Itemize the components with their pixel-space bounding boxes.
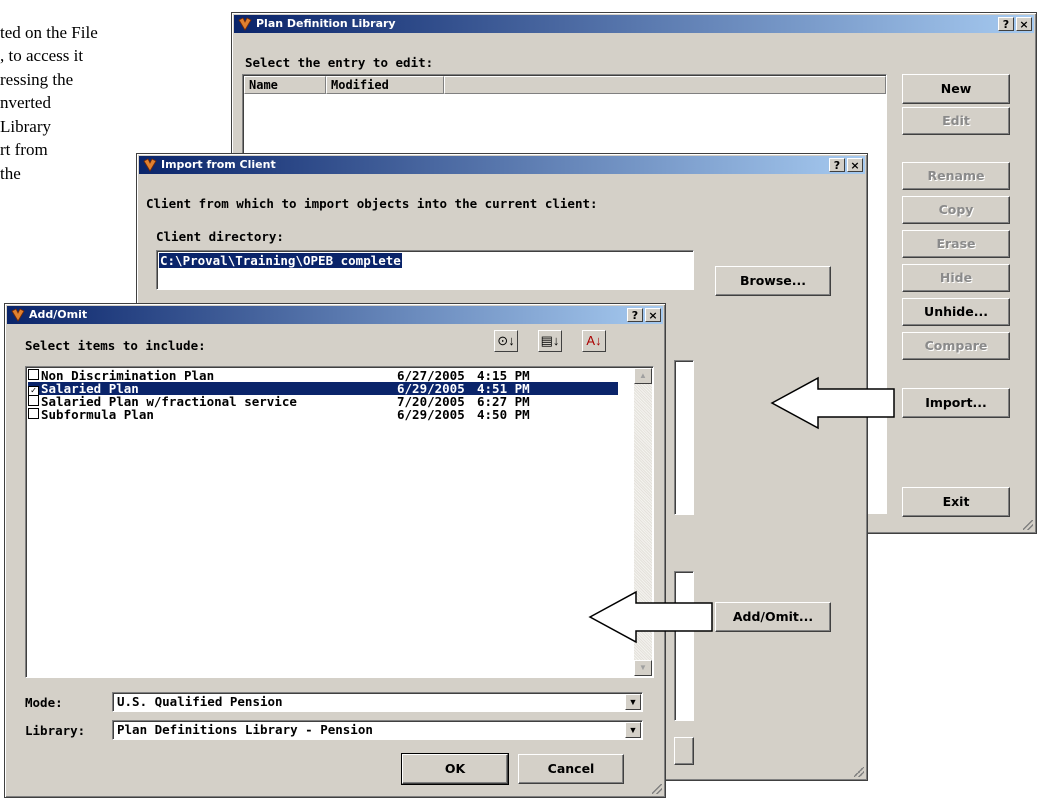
plan-def-select-label: Select the entry to edit: xyxy=(245,55,434,70)
browse-button[interactable]: Browse... xyxy=(715,266,831,296)
help-button[interactable]: ? xyxy=(829,158,845,172)
client-directory-value: C:\Proval\Training\OPEB complete xyxy=(159,253,402,268)
bg-line: ted on the File xyxy=(0,23,98,42)
cancel-button-label: Cancel xyxy=(547,761,595,776)
unhide-button-label: Unhide... xyxy=(924,304,988,319)
ok-button-label: OK xyxy=(444,761,466,776)
add-omit-title: Add/Omit xyxy=(29,308,88,321)
edit-button-label: Edit xyxy=(942,113,970,128)
list-item[interactable]: Subformula Plan 6/29/2005 4:50 PM xyxy=(28,408,530,421)
mode-value: U.S. Qualified Pension xyxy=(117,694,283,709)
new-button[interactable]: New xyxy=(902,74,1010,104)
compare-button-label: Compare xyxy=(924,338,988,353)
hide-button[interactable]: Hide xyxy=(902,264,1010,292)
scroll-up-arrow-icon[interactable]: ▲ xyxy=(634,368,652,384)
resize-grip[interactable] xyxy=(1023,520,1033,530)
close-button[interactable]: × xyxy=(645,308,661,322)
app-icon xyxy=(11,308,25,322)
erase-button-label: Erase xyxy=(936,236,976,251)
help-button[interactable]: ? xyxy=(998,17,1014,31)
compare-button[interactable]: Compare xyxy=(902,332,1010,360)
item-date: 6/29/2005 xyxy=(397,407,465,422)
import-button[interactable]: Import... xyxy=(902,388,1010,418)
mode-label: Mode: xyxy=(25,695,63,710)
library-select[interactable]: Plan Definitions Library - Pension ▼ xyxy=(112,720,643,740)
sort-by-order-icon[interactable]: ▤↓ xyxy=(538,330,562,352)
unhide-button[interactable]: Unhide... xyxy=(902,298,1010,326)
bg-line: Library xyxy=(0,117,51,136)
add-omit-button[interactable]: Add/Omit... xyxy=(715,602,831,632)
library-value: Plan Definitions Library - Pension xyxy=(117,722,373,737)
resize-grip[interactable] xyxy=(854,767,864,777)
client-directory-field[interactable]: C:\Proval\Training\OPEB complete xyxy=(156,250,694,290)
mode-select[interactable]: U.S. Qualified Pension ▼ xyxy=(112,692,643,712)
arrow-to-import-icon xyxy=(770,376,895,430)
item-name: Subformula Plan xyxy=(41,407,154,422)
bg-line: ressing the xyxy=(0,70,74,89)
exit-button-label: Exit xyxy=(942,494,970,509)
items-list[interactable]: Non Discrimination Plan 6/27/2005 4:15 PM … xyxy=(25,366,654,678)
copy-button[interactable]: Copy xyxy=(902,196,1010,224)
new-button-label: New xyxy=(940,81,972,96)
scroll-down-arrow-icon[interactable]: ▼ xyxy=(634,660,652,676)
sort-by-date-icon[interactable]: ⊙↓ xyxy=(494,330,518,352)
column-header-blank xyxy=(444,76,886,94)
rename-button-label: Rename xyxy=(927,168,985,183)
plan-def-title: Plan Definition Library xyxy=(256,17,396,30)
arrow-to-add-omit-icon xyxy=(588,590,713,644)
sort-toolbar: ⊙↓ ▤↓ A↓ xyxy=(494,330,634,354)
plan-def-titlebar[interactable]: Plan Definition Library ? × xyxy=(234,15,1034,33)
app-icon xyxy=(143,158,157,172)
copy-button-label: Copy xyxy=(938,202,974,217)
hide-button-label: Hide xyxy=(939,270,973,285)
bg-line: rt from xyxy=(0,140,48,159)
item-time: 4:50 PM xyxy=(477,407,530,422)
chevron-down-icon[interactable]: ▼ xyxy=(625,722,641,738)
bg-line: nverted xyxy=(0,93,51,112)
client-directory-label: Client directory: xyxy=(156,229,284,244)
import-title: Import from Client xyxy=(161,158,276,171)
import-ok-button[interactable] xyxy=(674,737,694,765)
library-label: Library: xyxy=(25,723,86,738)
close-button[interactable]: × xyxy=(1016,17,1032,31)
close-button[interactable]: × xyxy=(847,158,863,172)
select-items-label: Select items to include: xyxy=(25,338,206,353)
erase-button[interactable]: Erase xyxy=(902,230,1010,258)
checkbox[interactable] xyxy=(28,369,39,380)
ok-button[interactable]: OK xyxy=(401,753,509,785)
edit-button[interactable]: Edit xyxy=(902,107,1010,135)
browse-button-label: Browse... xyxy=(740,273,806,288)
add-omit-window: Add/Omit ? × Select items to include: ⊙↓… xyxy=(4,303,666,798)
cancel-button[interactable]: Cancel xyxy=(518,754,624,784)
import-button-label: Import... xyxy=(925,395,987,410)
checkbox[interactable] xyxy=(28,395,39,406)
import-heading: Client from which to import objects into… xyxy=(146,196,598,211)
checkbox[interactable] xyxy=(28,408,39,419)
exit-button[interactable]: Exit xyxy=(902,487,1010,517)
bg-line: the xyxy=(0,164,21,183)
rename-button[interactable]: Rename xyxy=(902,162,1010,190)
help-button[interactable]: ? xyxy=(627,308,643,322)
import-titlebar[interactable]: Import from Client ? × xyxy=(139,156,865,174)
column-header-modified[interactable]: Modified xyxy=(326,76,444,94)
sort-alpha-icon[interactable]: A↓ xyxy=(582,330,606,352)
resize-grip[interactable] xyxy=(652,784,662,794)
add-omit-titlebar[interactable]: Add/Omit ? × xyxy=(7,306,663,324)
chevron-down-icon[interactable]: ▼ xyxy=(625,694,641,710)
add-omit-button-label: Add/Omit... xyxy=(732,609,814,624)
column-header-name[interactable]: Name xyxy=(244,76,326,94)
bg-line: , to access it xyxy=(0,46,84,65)
app-icon xyxy=(238,17,252,31)
object-list[interactable] xyxy=(674,360,694,515)
